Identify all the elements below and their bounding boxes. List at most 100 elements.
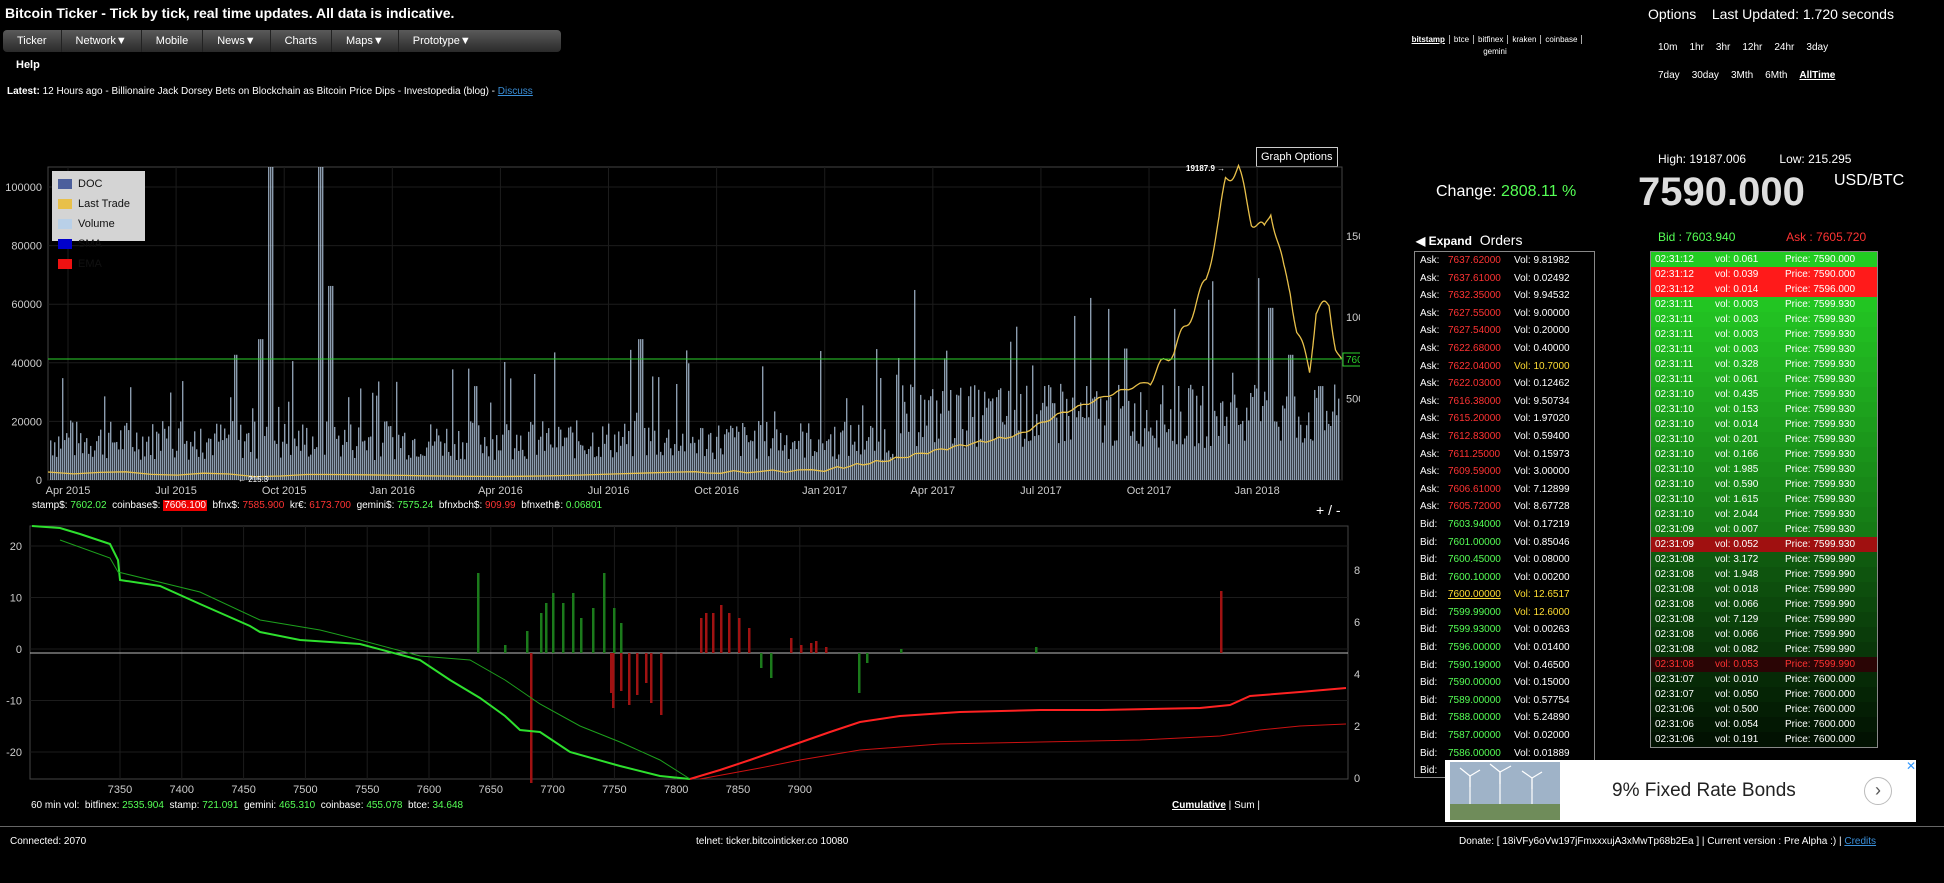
order-row[interactable]: Ask: 7612.83000 Vol: 0.59400 — [1415, 428, 1594, 446]
trade-row[interactable]: 02:31:06 vol: 0.500 Price: 7600.000 — [1651, 702, 1877, 717]
trade-row[interactable]: 02:31:09 vol: 0.007 Price: 7599.930 — [1651, 522, 1877, 537]
order-row[interactable]: Ask: 7622.03000 Vol: 0.12462 — [1415, 375, 1594, 393]
order-book[interactable]: Ask: 7637.62000 Vol: 9.81982 Ask: 7637.61000… — [1414, 251, 1595, 778]
order-row[interactable]: Ask: 7615.20000 Vol: 1.97020 — [1415, 410, 1594, 428]
order-row[interactable]: Bid: 7588.00000 Vol: 5.24890 — [1415, 709, 1594, 727]
options-link[interactable]: Options — [1648, 6, 1696, 22]
legend-doc[interactable]: DOC — [58, 174, 145, 194]
trade-row[interactable]: 02:31:09 vol: 0.052 Price: 7599.930 — [1651, 537, 1877, 552]
order-row[interactable]: Ask: 7616.38000 Vol: 9.50734 — [1415, 393, 1594, 411]
trade-row[interactable]: 02:31:08 vol: 1.948 Price: 7599.990 — [1651, 567, 1877, 582]
legend-last-trade[interactable]: Last Trade — [58, 194, 145, 214]
nav-maps[interactable]: Maps▼ — [332, 30, 399, 52]
trade-row[interactable]: 02:31:10 vol: 0.166 Price: 7599.930 — [1651, 447, 1877, 462]
order-row[interactable]: Bid: 7596.00000 Vol: 0.01400 — [1415, 639, 1594, 657]
zoom-plus-minus[interactable]: + / - — [1316, 502, 1341, 518]
order-row[interactable]: Ask: 7606.61000 Vol: 7.12899 — [1415, 481, 1594, 499]
range-3day[interactable]: 3day — [1806, 42, 1828, 53]
trade-row[interactable]: 02:31:11 vol: 0.003 Price: 7599.930 — [1651, 342, 1877, 357]
trade-row[interactable]: 02:31:11 vol: 0.328 Price: 7599.930 — [1651, 357, 1877, 372]
trade-row[interactable]: 02:31:08 vol: 0.082 Price: 7599.990 — [1651, 642, 1877, 657]
exchange-gemini[interactable]: gemini — [1479, 47, 1511, 56]
trade-row[interactable]: 02:31:10 vol: 0.590 Price: 7599.930 — [1651, 477, 1877, 492]
order-row[interactable]: Bid: 7589.00000 Vol: 0.57754 — [1415, 692, 1594, 710]
order-row[interactable]: Bid: 7600.45000 Vol: 0.08000 — [1415, 551, 1594, 569]
order-row[interactable]: Ask: 7605.72000 Vol: 8.67728 — [1415, 498, 1594, 516]
trade-row[interactable]: 02:31:12 vol: 0.061 Price: 7590.000 — [1651, 252, 1877, 267]
order-row[interactable]: Bid: 7600.00000 Vol: 12.6517 — [1415, 586, 1594, 604]
exchange-bitfinex[interactable]: bitfinex — [1474, 35, 1509, 44]
expand-button[interactable]: ◀ Expand — [1416, 234, 1472, 248]
trade-row[interactable]: 02:31:11 vol: 0.003 Price: 7599.930 — [1651, 312, 1877, 327]
trade-row[interactable]: 02:31:07 vol: 0.050 Price: 7600.000 — [1651, 687, 1877, 702]
range-6mth[interactable]: 6Mth — [1765, 70, 1787, 81]
range-10m[interactable]: 10m — [1658, 42, 1677, 53]
legend-ema[interactable]: EMA — [58, 254, 145, 274]
trade-row[interactable]: 02:31:10 vol: 0.014 Price: 7599.930 — [1651, 417, 1877, 432]
order-row[interactable]: Ask: 7622.04000 Vol: 10.7000 — [1415, 358, 1594, 376]
order-row[interactable]: Bid: 7601.00000 Vol: 0.85046 — [1415, 534, 1594, 552]
order-row[interactable]: Bid: 7600.10000 Vol: 0.00200 — [1415, 569, 1594, 587]
trade-row[interactable]: 02:31:06 vol: 0.191 Price: 7600.000 — [1651, 732, 1877, 747]
range-3hr[interactable]: 3hr — [1716, 42, 1730, 53]
order-row[interactable]: Ask: 7637.62000 Vol: 9.81982 — [1415, 252, 1594, 270]
range-30day[interactable]: 30day — [1692, 70, 1719, 81]
trade-row[interactable]: 02:31:08 vol: 0.053 Price: 7599.990 — [1651, 657, 1877, 672]
credits-link[interactable]: Credits — [1844, 836, 1876, 847]
exchange-coinbase[interactable]: coinbase — [1541, 35, 1583, 44]
trade-row[interactable]: 02:31:07 vol: 0.010 Price: 7600.000 — [1651, 672, 1877, 687]
order-row[interactable]: Bid: 7587.00000 Vol: 0.02000 — [1415, 727, 1594, 745]
range-3mth[interactable]: 3Mth — [1731, 70, 1753, 81]
ad-arrow-icon[interactable]: › — [1864, 777, 1892, 805]
range-12hr[interactable]: 12hr — [1742, 42, 1762, 53]
trade-list[interactable]: 02:31:12 vol: 0.061 Price: 7590.000 02:31:1… — [1650, 251, 1878, 748]
discuss-link[interactable]: Discuss — [498, 86, 533, 97]
trade-row[interactable]: 02:31:12 vol: 0.039 Price: 7590.000 — [1651, 267, 1877, 282]
trade-row[interactable]: 02:31:10 vol: 0.435 Price: 7599.930 — [1651, 387, 1877, 402]
trade-row[interactable]: 02:31:10 vol: 0.153 Price: 7599.930 — [1651, 402, 1877, 417]
trade-row[interactable]: 02:31:10 vol: 1.985 Price: 7599.930 — [1651, 462, 1877, 477]
order-row[interactable]: Bid: 7590.00000 Vol: 0.15000 — [1415, 674, 1594, 692]
trade-row[interactable]: 02:31:11 vol: 0.003 Price: 7599.930 — [1651, 297, 1877, 312]
order-row[interactable]: Ask: 7627.54000 Vol: 0.20000 — [1415, 322, 1594, 340]
ad-text[interactable]: 9% Fixed Rate Bonds — [1612, 780, 1796, 802]
legend-volume[interactable]: Volume — [58, 214, 145, 234]
trade-row[interactable]: 02:31:11 vol: 0.003 Price: 7599.930 — [1651, 327, 1877, 342]
range-1hr[interactable]: 1hr — [1689, 42, 1703, 53]
trade-row[interactable]: 02:31:11 vol: 0.061 Price: 7599.930 — [1651, 372, 1877, 387]
order-row[interactable]: Bid: 7599.99000 Vol: 12.6000 — [1415, 604, 1594, 622]
order-row[interactable]: Ask: 7632.35000 Vol: 9.94532 — [1415, 287, 1594, 305]
trade-row[interactable]: 02:31:08 vol: 7.129 Price: 7599.990 — [1651, 612, 1877, 627]
order-row[interactable]: Bid: 7603.94000 Vol: 0.17219 — [1415, 516, 1594, 534]
range-alltime[interactable]: AllTime — [1799, 70, 1835, 81]
order-row[interactable]: Ask: 7611.25000 Vol: 0.15973 — [1415, 446, 1594, 464]
trade-row[interactable]: 02:31:10 vol: 2.044 Price: 7599.930 — [1651, 507, 1877, 522]
nav-charts[interactable]: Charts — [271, 30, 332, 52]
depth-chart[interactable]: 20 10 0 -10 -20 0 200 400 600 800 7350 7400 7450 75… — [0, 520, 1360, 800]
trade-row[interactable]: 02:31:08 vol: 0.066 Price: 7599.990 — [1651, 627, 1877, 642]
exchange-btce[interactable]: btce — [1449, 35, 1475, 44]
exchange-kraken[interactable]: kraken — [1508, 35, 1542, 44]
order-row[interactable]: Ask: 7609.59000 Vol: 3.00000 — [1415, 463, 1594, 481]
order-row[interactable]: Bid: 7590.19000 Vol: 0.46500 — [1415, 657, 1594, 675]
trade-row[interactable]: 02:31:10 vol: 1.615 Price: 7599.930 — [1651, 492, 1877, 507]
ad-close-icon[interactable]: ✕ — [1906, 759, 1920, 773]
trade-row[interactable]: 02:31:08 vol: 0.018 Price: 7599.990 — [1651, 582, 1877, 597]
sum-toggle[interactable]: Sum — [1234, 800, 1255, 811]
trade-row[interactable]: 02:31:10 vol: 0.201 Price: 7599.930 — [1651, 432, 1877, 447]
range-24hr[interactable]: 24hr — [1774, 42, 1794, 53]
range-7day[interactable]: 7day — [1658, 70, 1680, 81]
exchange-bitstamp[interactable]: bitstamp — [1407, 35, 1450, 44]
trade-row[interactable]: 02:31:08 vol: 3.172 Price: 7599.990 — [1651, 552, 1877, 567]
trade-row[interactable]: 02:31:08 vol: 0.066 Price: 7599.990 — [1651, 597, 1877, 612]
nav-news[interactable]: News▼ — [203, 30, 271, 52]
legend-sma[interactable]: SMA — [58, 234, 145, 254]
trade-row[interactable]: 02:31:06 vol: 0.054 Price: 7600.000 — [1651, 717, 1877, 732]
nav-mobile[interactable]: Mobile — [142, 30, 204, 52]
order-row[interactable]: Ask: 7637.61000 Vol: 0.02492 — [1415, 270, 1594, 288]
order-row[interactable]: Ask: 7627.55000 Vol: 9.00000 — [1415, 305, 1594, 323]
price-volume-chart[interactable]: 0 20000 40000 60000 80000 100000 5000 10000 150… — [0, 160, 1360, 500]
help-link[interactable]: Help — [16, 59, 40, 71]
trade-row[interactable]: 02:31:12 vol: 0.014 Price: 7596.000 — [1651, 282, 1877, 297]
nav-ticker[interactable]: Ticker — [3, 30, 62, 52]
